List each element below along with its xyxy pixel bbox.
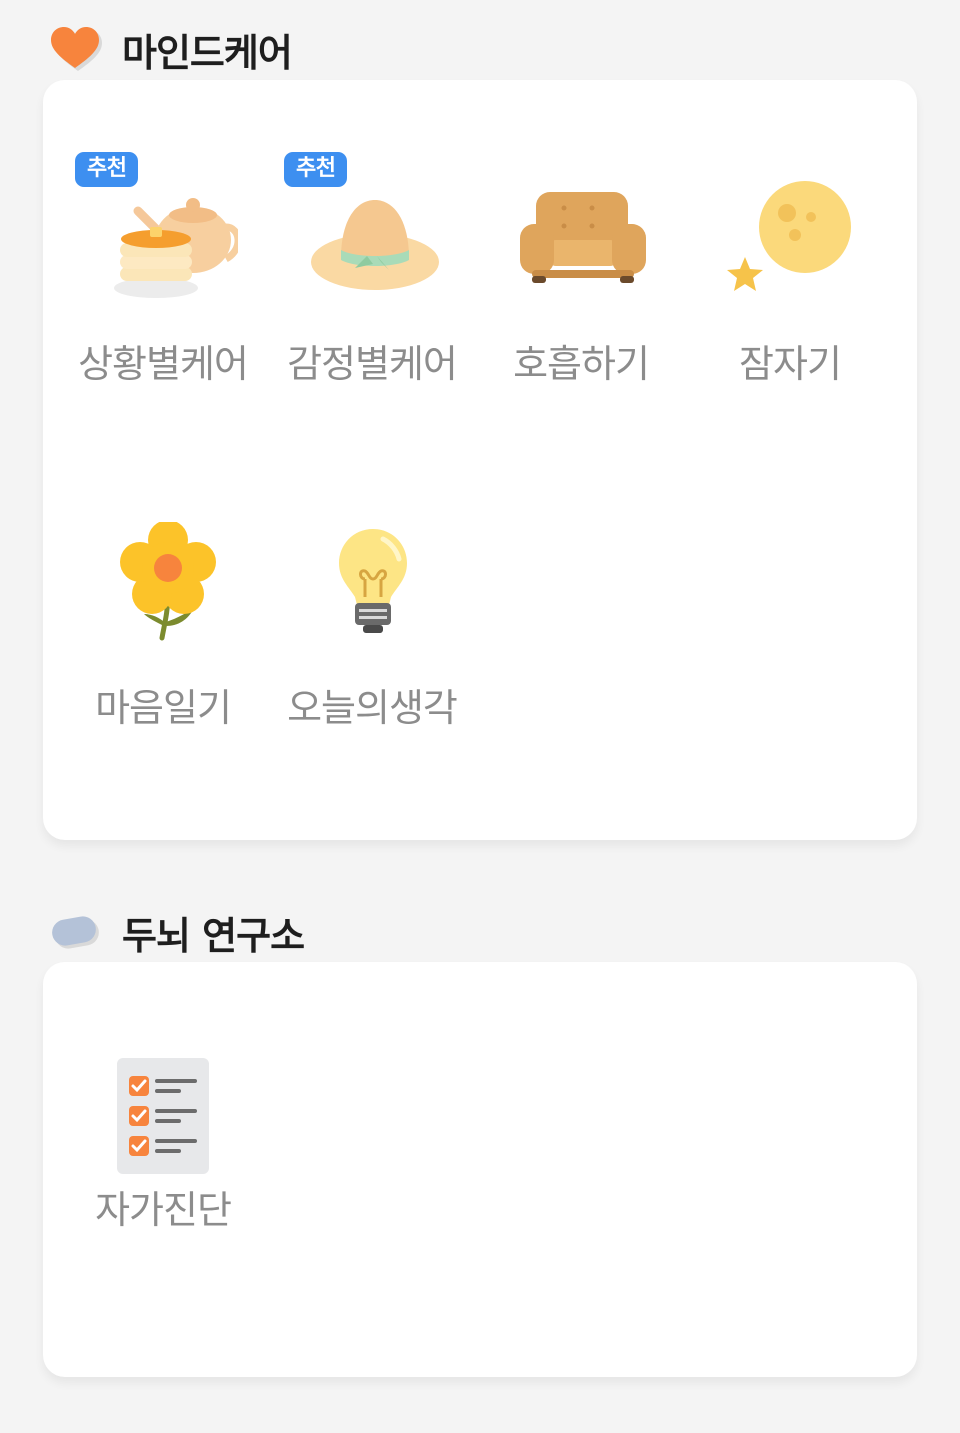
tile-sleep[interactable]: 잠자기 [685,150,895,390]
tile-today-thought[interactable]: 오늘의생각 [267,500,477,740]
brain-pill-icon [50,910,102,956]
tile-situation-care[interactable]: 추천 상황별케어 [58,150,268,390]
tile-label: 상황별케어 [78,342,249,386]
brain-lab-header: 두뇌 연구소 [50,905,305,960]
tile-self-diagnosis[interactable]: 자가진단 [58,1052,268,1292]
armchair-icon [476,150,686,310]
mindcare-card: 추천 상황별케어 추천 감정별케어 호흡하기 잠자기 마음일기 오늘의생각 [43,80,917,840]
tile-label: 감정별케어 [287,342,458,386]
brain-lab-card: 자가진단 [43,962,917,1377]
tile-emotion-care[interactable]: 추천 감정별케어 [267,150,477,390]
tile-label: 마음일기 [95,686,232,730]
tile-label: 오늘의생각 [287,686,458,730]
tile-label: 자가진단 [95,1188,232,1232]
recommend-badge: 추천 [75,152,139,187]
mindcare-header: 마인드케어 [50,22,293,77]
heart-icon [50,26,102,73]
tile-label: 호흡하기 [513,342,650,386]
recommend-badge: 추천 [284,152,348,187]
tile-breathing[interactable]: 호흡하기 [476,150,686,390]
lightbulb-icon [267,500,477,660]
section-title: 두뇌 연구소 [122,914,305,958]
moon-star-icon [685,150,895,310]
flower-icon [58,500,268,660]
tile-label: 잠자기 [739,342,842,386]
tile-mind-diary[interactable]: 마음일기 [58,500,268,740]
section-title: 마인드케어 [122,31,293,75]
